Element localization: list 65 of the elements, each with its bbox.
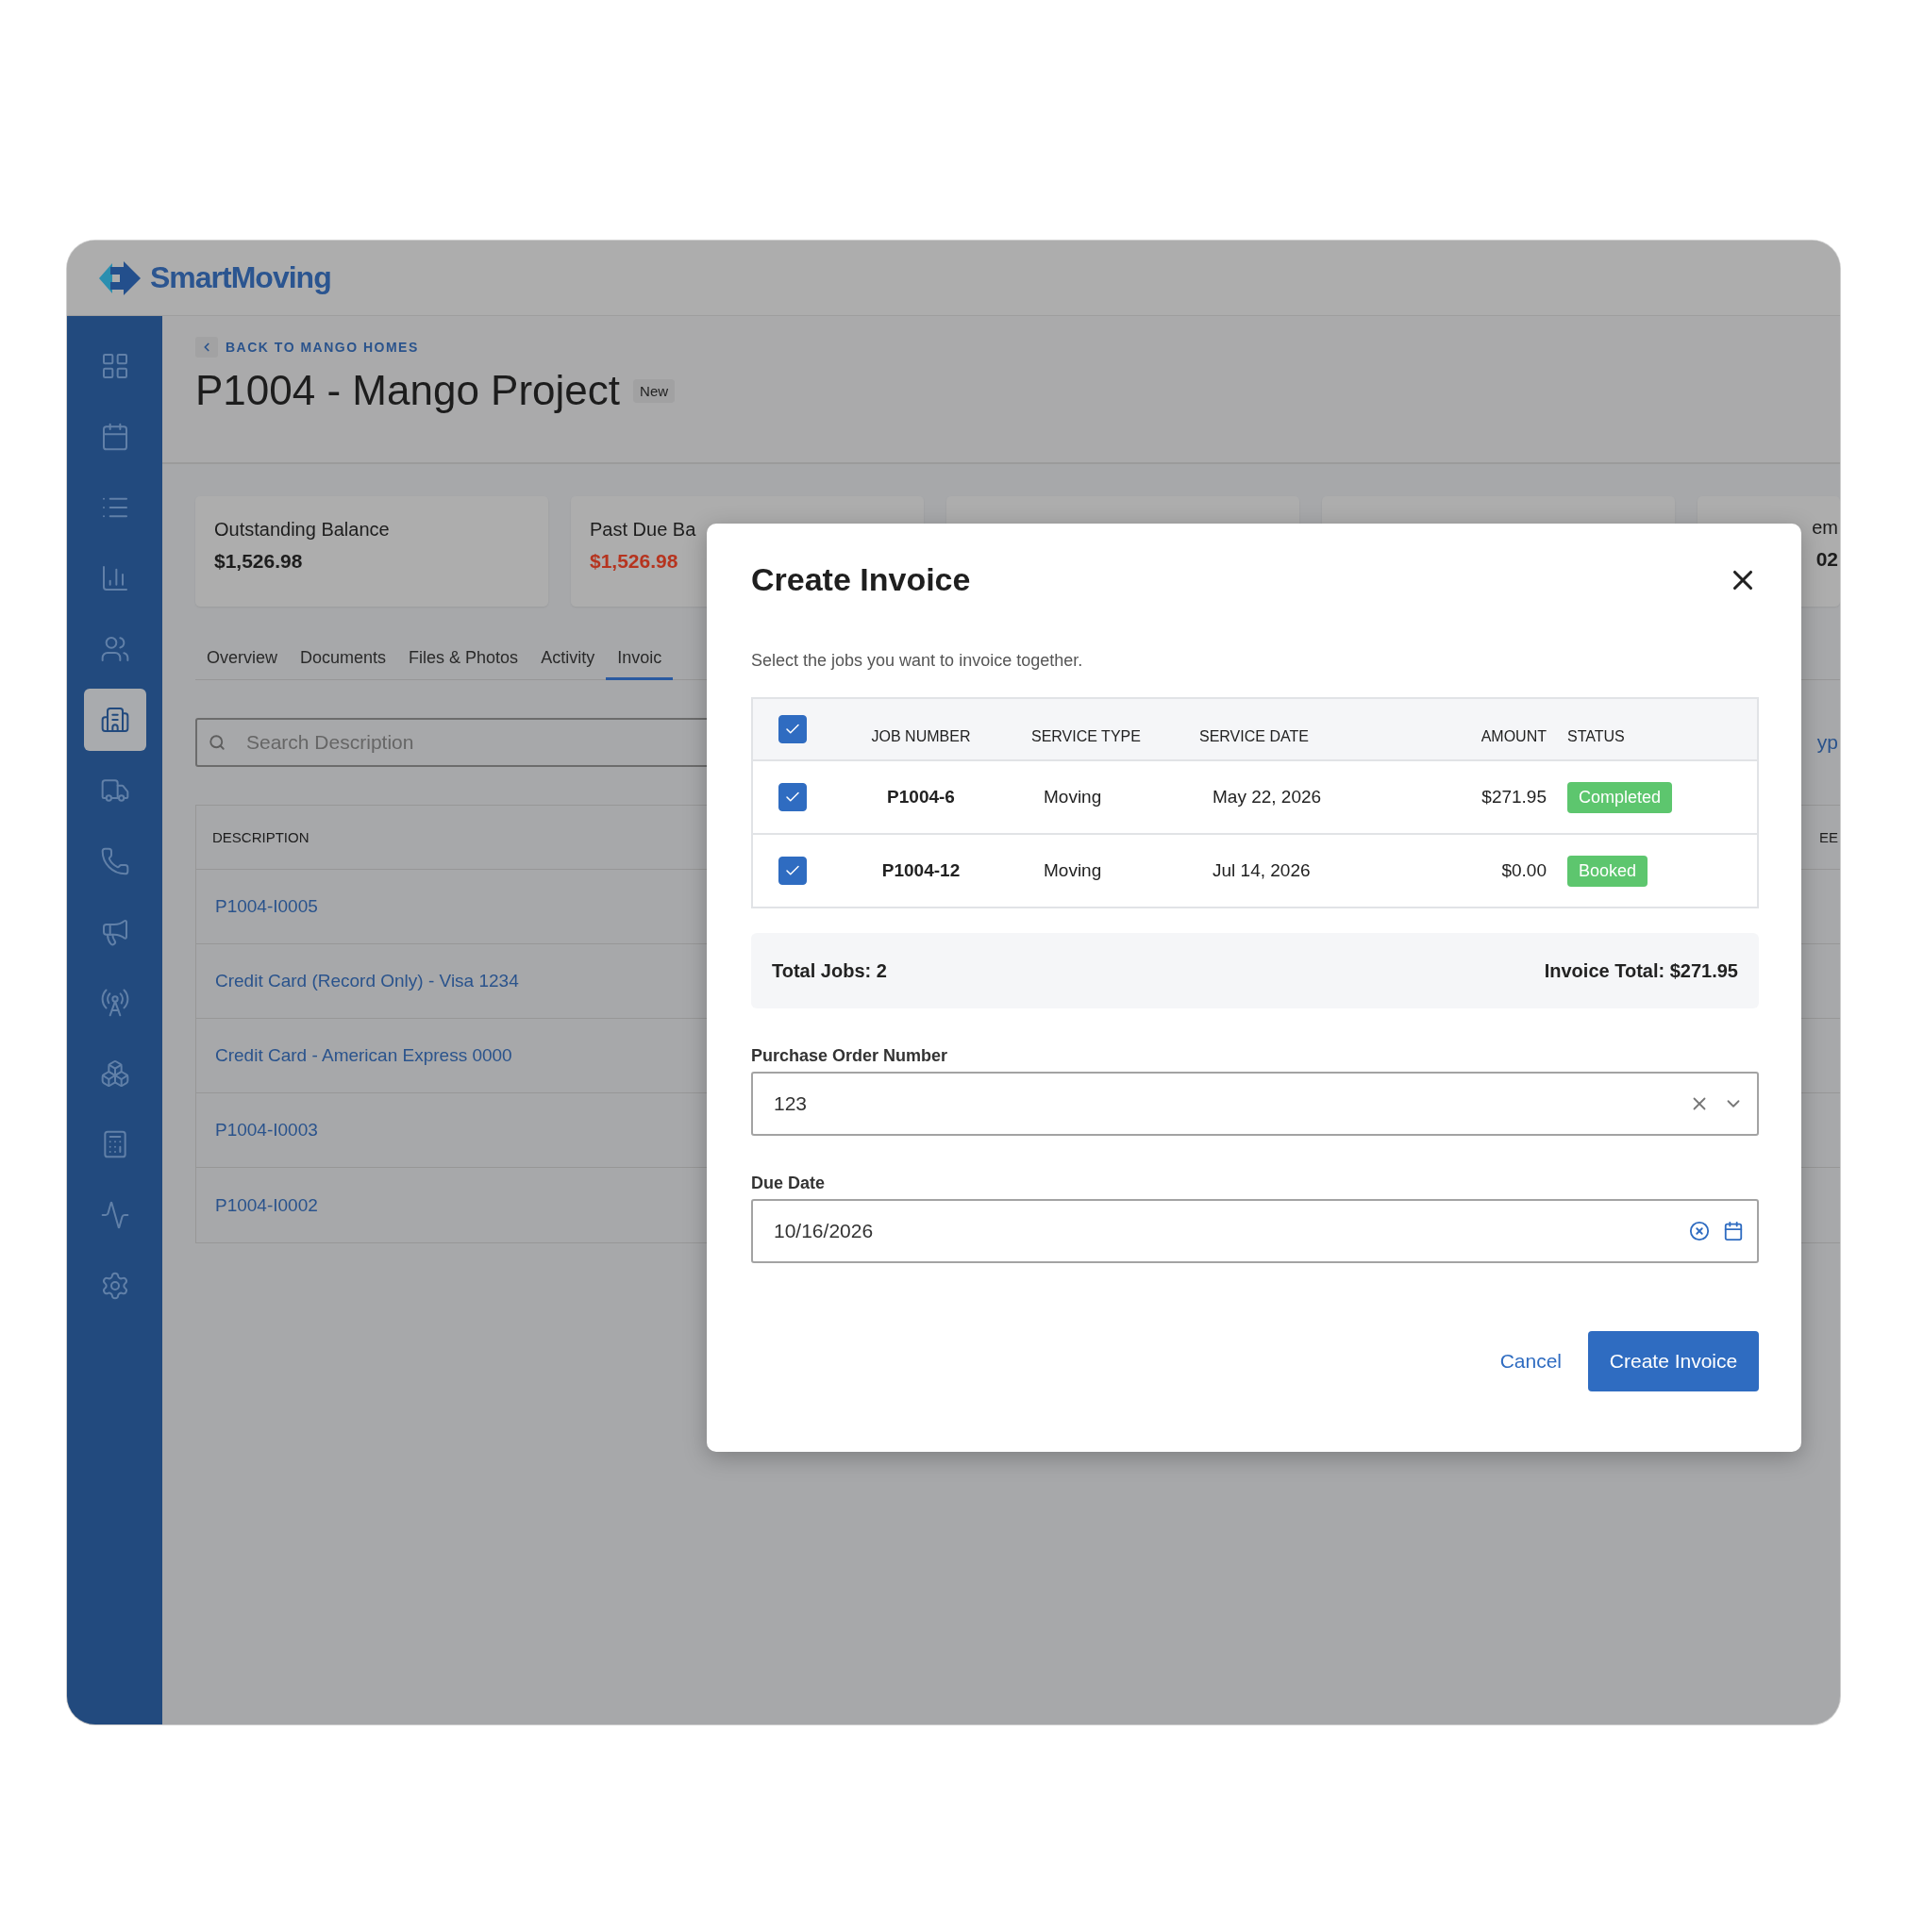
card-label: em [1812, 517, 1838, 539]
column-header: SERVICE DATE [1198, 728, 1310, 745]
card-value: $1,526.98 [214, 550, 304, 573]
clear-icon [1689, 1221, 1710, 1241]
invoice-total: Invoice Total: $271.95 [1544, 959, 1738, 982]
logo-icon [99, 260, 142, 295]
calendar-icon [1723, 1221, 1744, 1241]
checkbox[interactable] [778, 715, 807, 743]
status-badge: Booked [1567, 855, 1648, 887]
input-field[interactable]: 123 [751, 1072, 1759, 1136]
table-cell-text: May 22, 2026 [1212, 787, 1323, 808]
status-badge: Completed [1567, 781, 1673, 813]
total-jobs: Total Jobs: 2 [772, 959, 887, 982]
clear-button[interactable] [1689, 1221, 1710, 1241]
logo-text: SmartMoving [150, 260, 331, 295]
card-label: Past Due Ba [590, 519, 697, 541]
link[interactable]: yp [1816, 731, 1840, 754]
table-cell-text: Moving [1043, 787, 1103, 808]
back-link[interactable]: BACK TO MANGO HOMES [195, 337, 1840, 358]
table-cell-text: $271.95 [1480, 787, 1547, 808]
field-label: Purchase Order Number [751, 1046, 949, 1066]
search-icon [209, 734, 226, 751]
status-badge: New [633, 378, 676, 403]
invoice-link[interactable]: Credit Card (Record Only) - Visa 1234 [215, 971, 519, 991]
create-invoice-button[interactable]: Create Invoice [1588, 1331, 1759, 1391]
calendar-button[interactable] [1723, 1221, 1744, 1241]
chevron-left-icon [195, 337, 218, 358]
tab[interactable]: Overview [195, 641, 289, 680]
field-label: Due Date [751, 1174, 827, 1193]
table-cell-text: P1004-6 [886, 787, 956, 808]
invoice-link[interactable]: P1004-I0002 [215, 1194, 318, 1216]
card-value: $1,526.98 [590, 550, 679, 573]
tab[interactable]: Documents [289, 641, 398, 680]
table-cell-text: Jul 14, 2026 [1212, 860, 1312, 881]
card-value: 02 [1815, 548, 1838, 571]
date-field[interactable]: 10/16/2026 [751, 1199, 1759, 1263]
table-cell-text: P1004-12 [880, 860, 962, 881]
invoice-link[interactable]: P1004-I0005 [215, 896, 318, 917]
dialog-subtitle: Select the jobs you want to invoice together. [751, 651, 1084, 671]
table-cell-text: $0.00 [1500, 860, 1547, 881]
cancel-button[interactable]: Cancel [1499, 1350, 1562, 1373]
boxes-icon [99, 1058, 130, 1089]
column-header: AMOUNT [1480, 728, 1547, 745]
tab[interactable]: Files & Photos [397, 641, 530, 680]
invoice-link[interactable]: Credit Card - American Express 0000 [215, 1045, 512, 1066]
antenna-icon [99, 988, 130, 1018]
card-label: Outstanding Balance [214, 519, 391, 541]
dialog-title: Create Invoice [751, 561, 971, 598]
column-header: DESCRIPTION [212, 829, 309, 845]
column-header: STATUS [1566, 728, 1626, 745]
column-header: SERVICE TYPE [1030, 728, 1142, 745]
table-cell-text: Moving [1043, 860, 1103, 881]
invoice-link[interactable]: P1004-I0003 [215, 1120, 318, 1141]
building-icon [99, 705, 130, 735]
phone-icon [99, 846, 130, 876]
pulse-line-icon [99, 1200, 130, 1230]
users-icon [99, 634, 130, 664]
page-title: P1004 - Mango Project [195, 367, 621, 414]
tab[interactable]: Activity [529, 641, 607, 680]
tab[interactable]: Invoic [606, 641, 674, 680]
checkbox[interactable] [778, 857, 807, 885]
column-header: JOB NUMBER [870, 728, 972, 745]
checkbox[interactable] [778, 783, 807, 811]
column-header: EE [1819, 829, 1838, 845]
sidebar-item[interactable] [83, 689, 146, 751]
